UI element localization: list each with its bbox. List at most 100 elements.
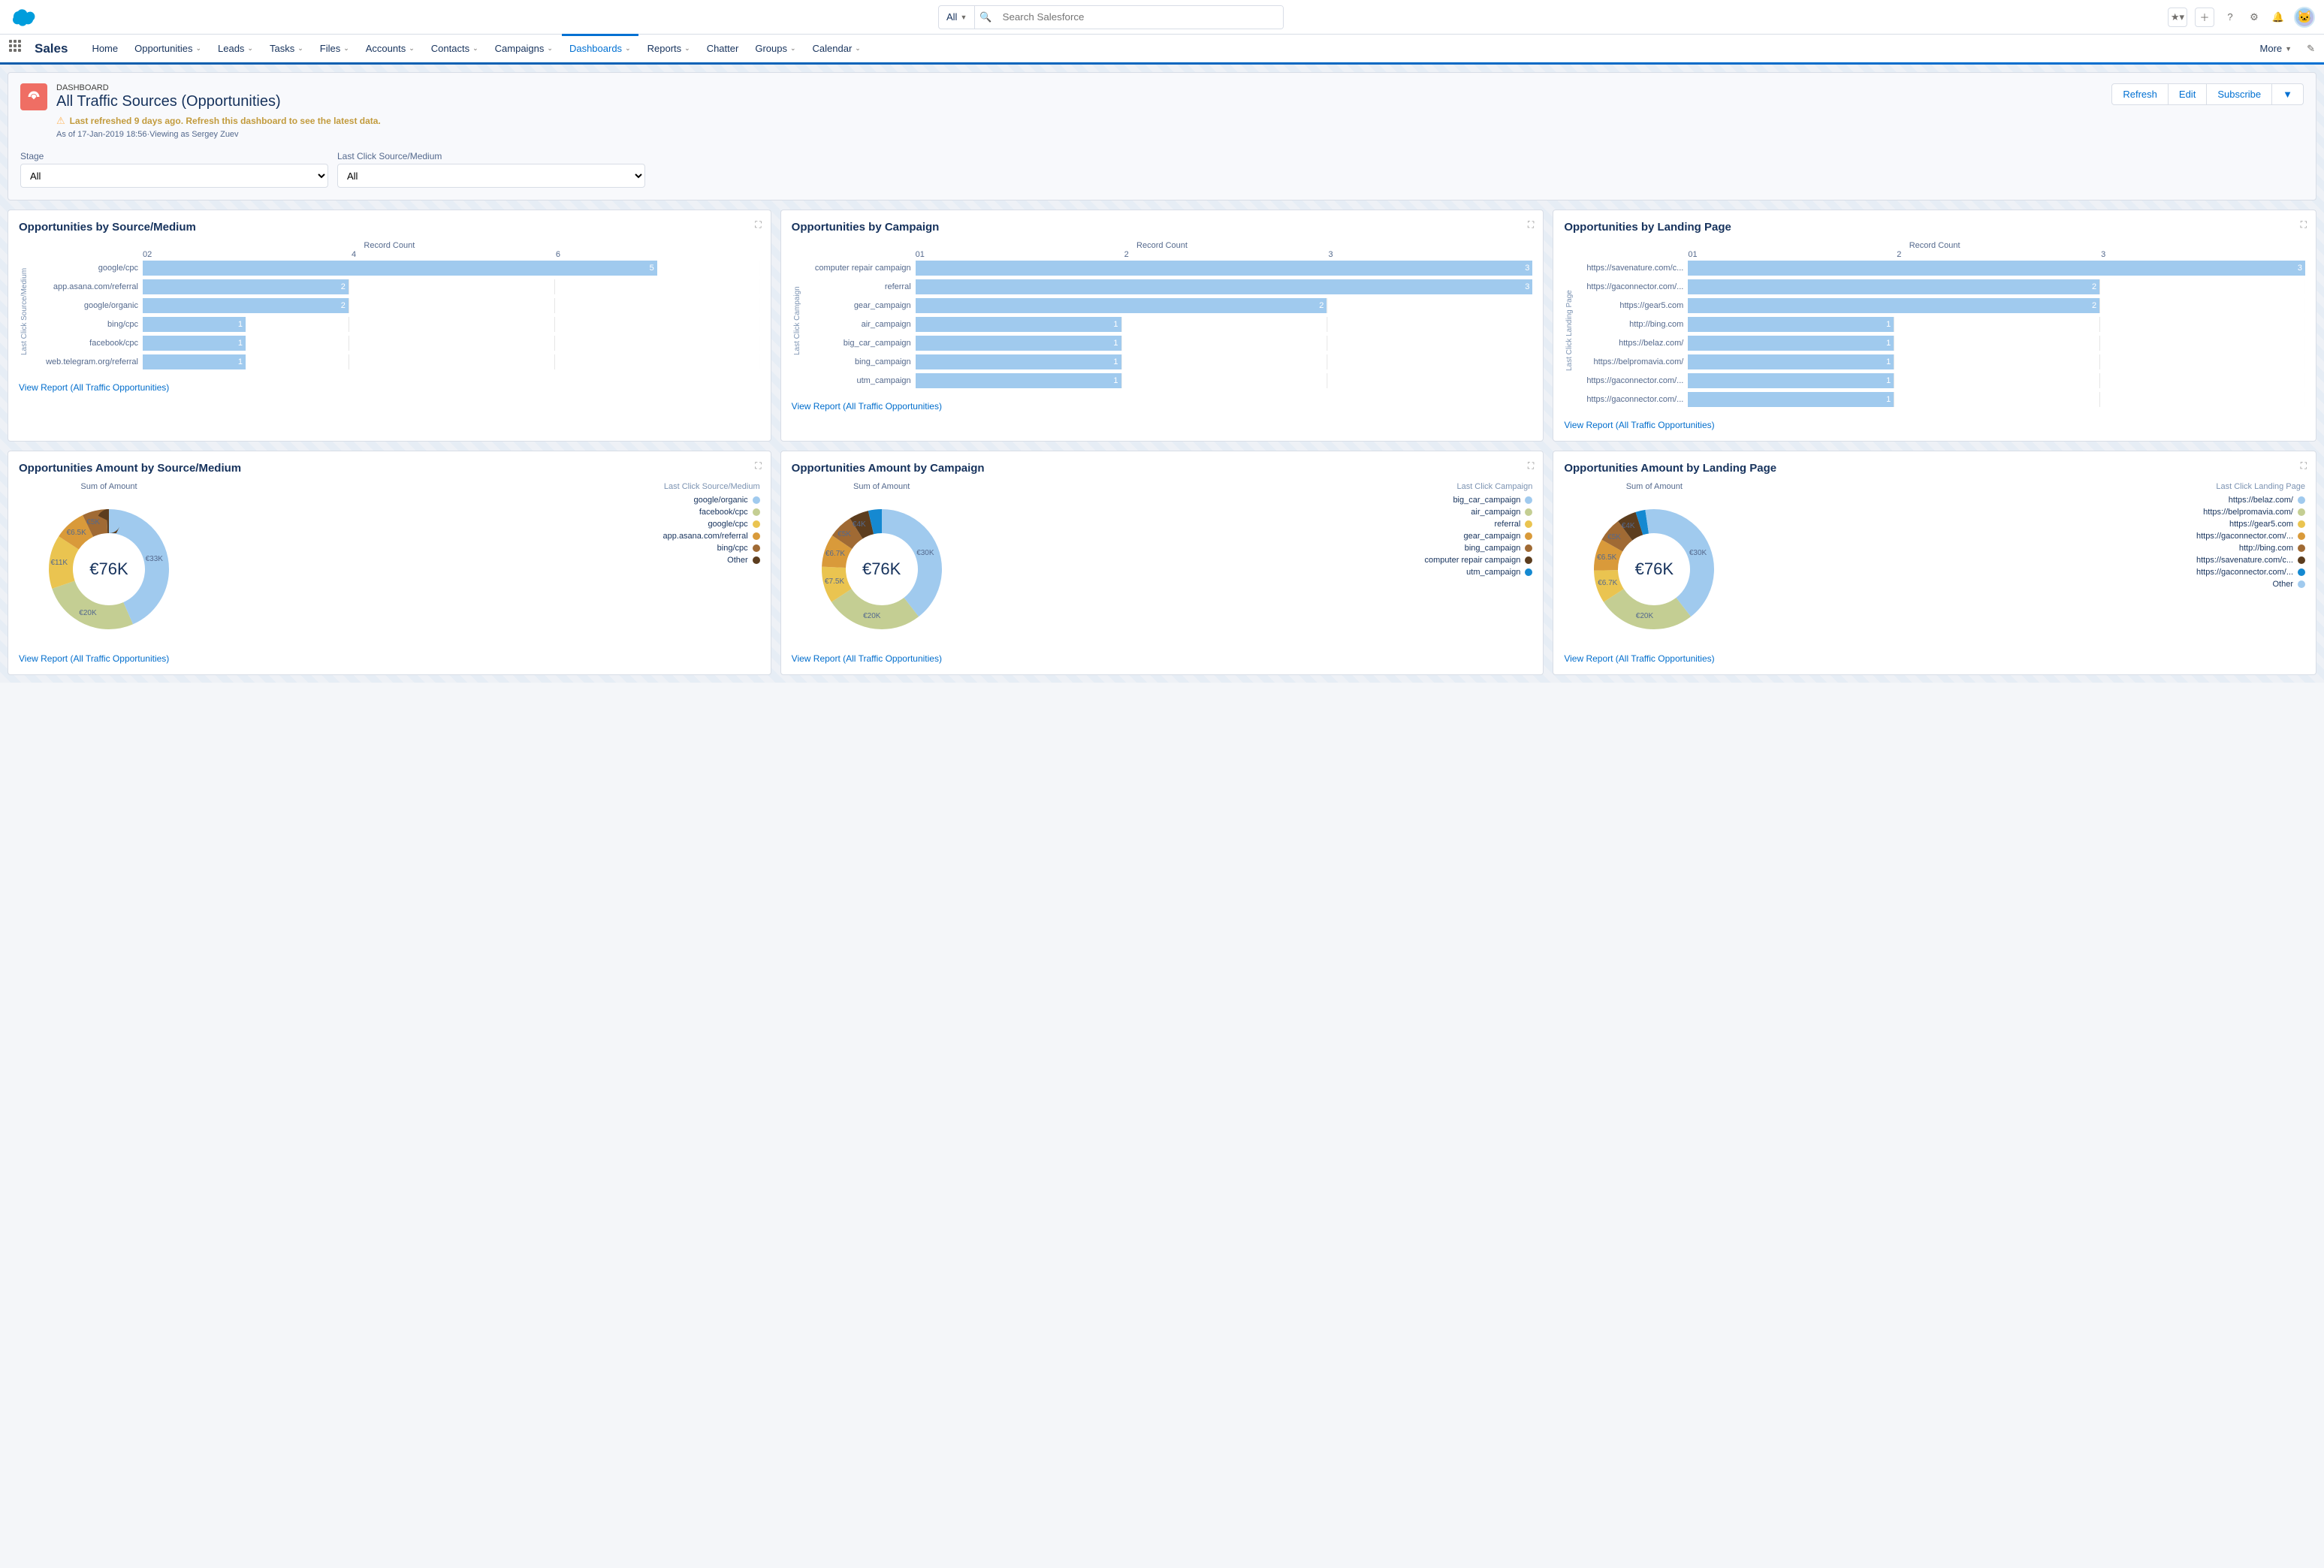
edit-button[interactable]: Edit [2168, 83, 2207, 105]
nav-item-calendar[interactable]: Calendar⌄ [805, 35, 868, 62]
bar-row[interactable]: https://belpromavia.com/1 [1575, 354, 2305, 369]
bar-row[interactable]: https://gear5.com2 [1575, 298, 2305, 313]
expand-icon[interactable]: ⛶ [755, 460, 761, 472]
legend-item[interactable]: computer repair campaign [979, 556, 1533, 565]
bar-row[interactable]: gear_campaign2 [803, 298, 1533, 313]
salesforce-logo-icon[interactable] [9, 7, 39, 28]
expand-icon[interactable]: ⛶ [2301, 219, 2307, 231]
nav-more[interactable]: More▼ [2253, 35, 2300, 62]
bar-label: web.telegram.org/referral [30, 357, 143, 366]
card-title: Opportunities Amount by Campaign [792, 462, 1533, 475]
legend-item[interactable]: gear_campaign [979, 532, 1533, 541]
bar-row[interactable]: google/cpc5 [30, 261, 760, 276]
nav-item-accounts[interactable]: Accounts⌄ [358, 35, 422, 62]
legend-item[interactable]: Other [1752, 580, 2305, 589]
bar-row[interactable]: web.telegram.org/referral1 [30, 354, 760, 369]
sum-title: Sum of Amount [1564, 482, 1744, 491]
bar-row[interactable]: google/organic2 [30, 298, 760, 313]
legend-item[interactable]: bing_campaign [979, 544, 1533, 553]
legend-item[interactable]: https://belpromavia.com/ [1752, 508, 2305, 517]
view-report-link[interactable]: View Report (All Traffic Opportunities) [792, 653, 942, 664]
search-input[interactable] [997, 6, 1283, 29]
view-report-link[interactable]: View Report (All Traffic Opportunities) [792, 401, 942, 412]
legend-item[interactable]: air_campaign [979, 508, 1533, 517]
legend-item[interactable]: https://gear5.com [1752, 520, 2305, 529]
nav-item-tasks[interactable]: Tasks⌄ [262, 35, 311, 62]
legend-item[interactable]: google/cpc [207, 520, 760, 529]
global-actions-button[interactable]: ＋ [2195, 8, 2214, 27]
subscribe-button[interactable]: Subscribe [2206, 83, 2272, 105]
bar-row[interactable]: big_car_campaign1 [803, 336, 1533, 351]
bar-row[interactable]: bing_campaign1 [803, 354, 1533, 369]
notifications-bell-icon[interactable]: 🔔 [2270, 9, 2286, 26]
app-launcher-icon[interactable] [9, 40, 27, 58]
bar-row[interactable]: https://gaconnector.com/...2 [1575, 279, 2305, 294]
expand-icon[interactable]: ⛶ [2301, 460, 2307, 472]
view-report-link[interactable]: View Report (All Traffic Opportunities) [19, 382, 169, 393]
bar-row[interactable]: https://savenature.com/c...3 [1575, 261, 2305, 276]
nav-item-chatter[interactable]: Chatter [699, 35, 747, 62]
nav-item-campaigns[interactable]: Campaigns⌄ [487, 35, 560, 62]
card-bar3: ⛶Opportunities by Landing PageRecord Cou… [1553, 210, 2316, 442]
legend-item[interactable]: https://belaz.com/ [1752, 496, 2305, 505]
setup-gear-icon[interactable]: ⚙ [2246, 9, 2262, 26]
legend-item[interactable]: utm_campaign [979, 568, 1533, 577]
filter-select-1[interactable]: All [337, 164, 645, 188]
legend-item[interactable]: https://gaconnector.com/... [1752, 568, 2305, 577]
nav-item-files[interactable]: Files⌄ [312, 35, 357, 62]
bar-row[interactable]: utm_campaign1 [803, 373, 1533, 388]
nav-item-leads[interactable]: Leads⌄ [210, 35, 261, 62]
view-report-link[interactable]: View Report (All Traffic Opportunities) [19, 653, 169, 664]
search-scope-dropdown[interactable]: All▼ [939, 6, 975, 29]
nav-item-dashboards[interactable]: Dashboards⌄ [562, 35, 638, 62]
legend-item[interactable]: referral [979, 520, 1533, 529]
expand-icon[interactable]: ⛶ [1528, 460, 1534, 472]
bar-row[interactable]: referral3 [803, 279, 1533, 294]
nav-item-contacts[interactable]: Contacts⌄ [424, 35, 486, 62]
bar-row[interactable]: computer repair campaign3 [803, 261, 1533, 276]
bar-row[interactable]: app.asana.com/referral2 [30, 279, 760, 294]
view-report-link[interactable]: View Report (All Traffic Opportunities) [1564, 420, 1714, 430]
legend-item[interactable]: Other [207, 556, 760, 565]
donut-chart[interactable]: €76K€33K€20K€11K€6.5K€5K [34, 494, 184, 644]
legend-item[interactable]: bing/cpc [207, 544, 760, 553]
legend-item[interactable]: app.asana.com/referral [207, 532, 760, 541]
bar-row[interactable]: https://gaconnector.com/...1 [1575, 373, 2305, 388]
bar-row[interactable]: http://bing.com1 [1575, 317, 2305, 332]
bar-label: https://savenature.com/c... [1575, 264, 1688, 273]
expand-icon[interactable]: ⛶ [755, 219, 761, 231]
more-actions-button[interactable]: ▼ [2271, 83, 2304, 105]
global-search[interactable]: All▼ 🔍 [938, 5, 1284, 29]
legend-item[interactable]: https://gaconnector.com/... [1752, 532, 2305, 541]
expand-icon[interactable]: ⛶ [1528, 219, 1534, 231]
legend-item[interactable]: https://savenature.com/c... [1752, 556, 2305, 565]
nav-item-home[interactable]: Home [84, 35, 125, 62]
favorites-button[interactable]: ★▾ [2168, 8, 2187, 27]
card-donut1: ⛶Opportunities Amount by Source/MediumSu… [8, 451, 771, 675]
legend-item[interactable]: big_car_campaign [979, 496, 1533, 505]
refresh-warning: Last refreshed 9 days ago. Refresh this … [70, 116, 381, 126]
legend-item[interactable]: facebook/cpc [207, 508, 760, 517]
filter-select-0[interactable]: All [20, 164, 328, 188]
bar-row[interactable]: air_campaign1 [803, 317, 1533, 332]
bar-row[interactable]: facebook/cpc1 [30, 336, 760, 351]
legend-item[interactable]: google/organic [207, 496, 760, 505]
donut-chart[interactable]: €76K€30K€20K€6.7K€6.5K€5K€4K [1579, 494, 1729, 644]
tick: 1 [920, 250, 1124, 259]
nav-item-reports[interactable]: Reports⌄ [640, 35, 698, 62]
bar-row[interactable]: https://gaconnector.com/...1 [1575, 392, 2305, 407]
nav-item-opportunities[interactable]: Opportunities⌄ [127, 35, 209, 62]
view-report-link[interactable]: View Report (All Traffic Opportunities) [1564, 653, 1714, 664]
slice-label: €20K [79, 609, 96, 617]
avatar[interactable]: 🐱 [2294, 7, 2315, 28]
nav-item-groups[interactable]: Groups⌄ [747, 35, 803, 62]
help-icon[interactable]: ? [2222, 9, 2238, 26]
donut-chart[interactable]: €76K€30K€20K€7.5K€6.7K€5K€4K [807, 494, 957, 644]
bar-row[interactable]: bing/cpc1 [30, 317, 760, 332]
edit-nav-icon[interactable]: ✎ [2307, 43, 2315, 55]
bar-row[interactable]: https://belaz.com/1 [1575, 336, 2305, 351]
refresh-button[interactable]: Refresh [2111, 83, 2169, 105]
card-donut3: ⛶Opportunities Amount by Landing PageSum… [1553, 451, 2316, 675]
slice-label: €5K [1607, 533, 1621, 541]
legend-item[interactable]: http://bing.com [1752, 544, 2305, 553]
